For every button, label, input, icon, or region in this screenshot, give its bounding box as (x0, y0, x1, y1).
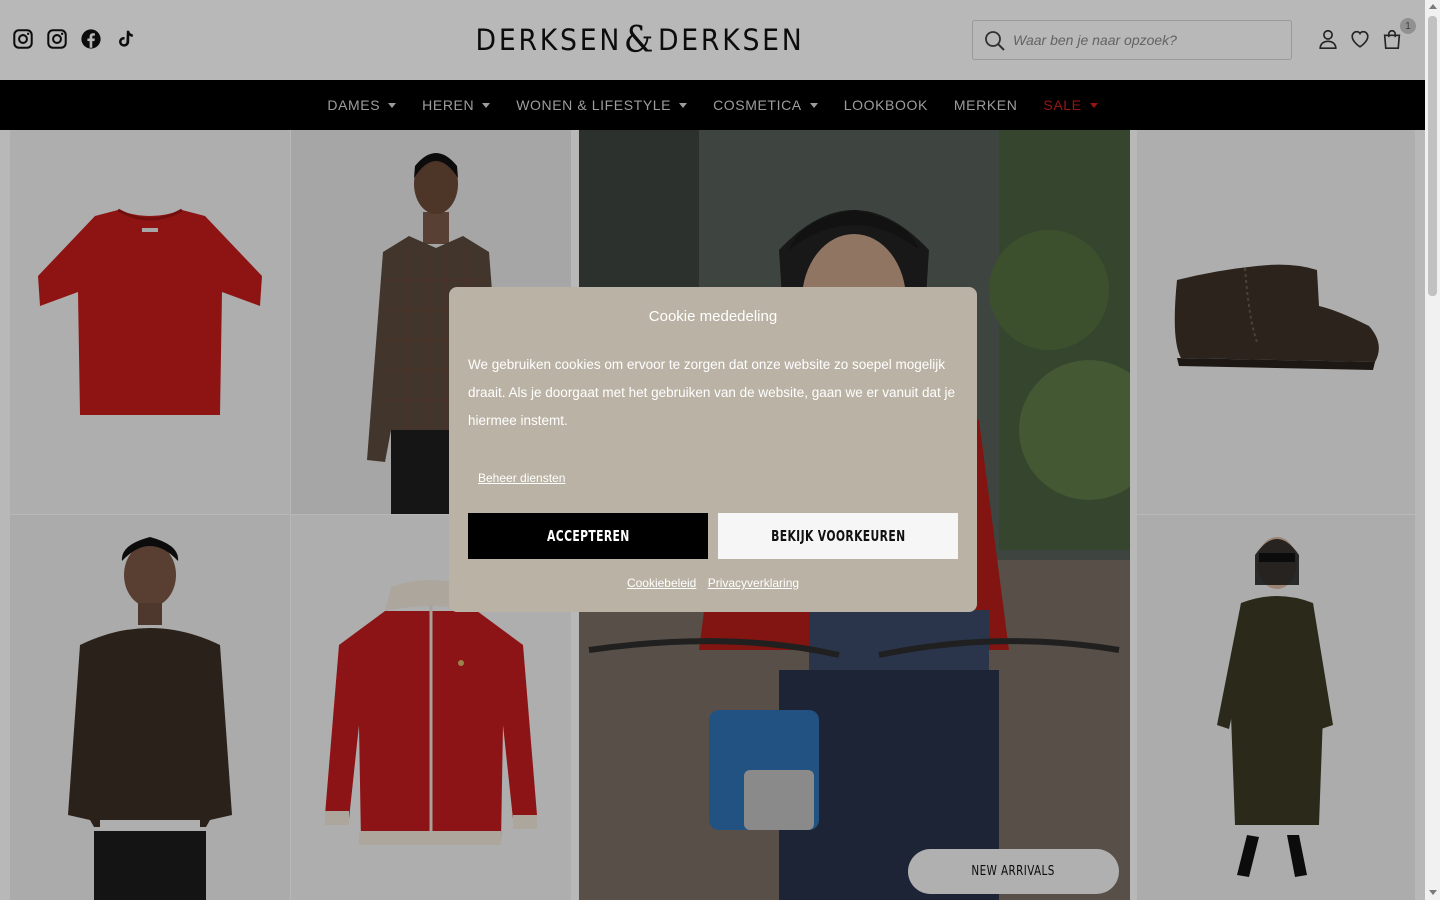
view-preferences-label: BEKIJK VOORKEUREN (770, 527, 906, 545)
manage-services-link[interactable]: Beheer diensten (478, 471, 565, 485)
page-scrollbar[interactable] (1425, 0, 1440, 900)
cookie-policy-links: Cookiebeleid Privacyverklaring (449, 576, 977, 590)
cookie-body-text: We gebruiken cookies om ervoor te zorgen… (468, 357, 956, 428)
cookie-policy-link[interactable]: Cookiebeleid (627, 576, 696, 590)
cookie-consent-dialog: Cookie mededeling We gebruiken cookies o… (449, 287, 977, 612)
accept-cookies-button[interactable]: ACCEPTEREN (468, 513, 708, 559)
cookie-title: Cookie mededeling (648, 308, 778, 325)
scrollbar-thumb[interactable] (1428, 16, 1437, 296)
view-preferences-button[interactable]: BEKIJK VOORKEUREN (718, 513, 958, 559)
scroll-up-arrow-icon[interactable] (1429, 4, 1437, 9)
privacy-statement-link[interactable]: Privacyverklaring (708, 576, 799, 590)
accept-cookies-label: ACCEPTEREN (546, 527, 630, 545)
scroll-down-arrow-icon[interactable] (1429, 890, 1437, 895)
